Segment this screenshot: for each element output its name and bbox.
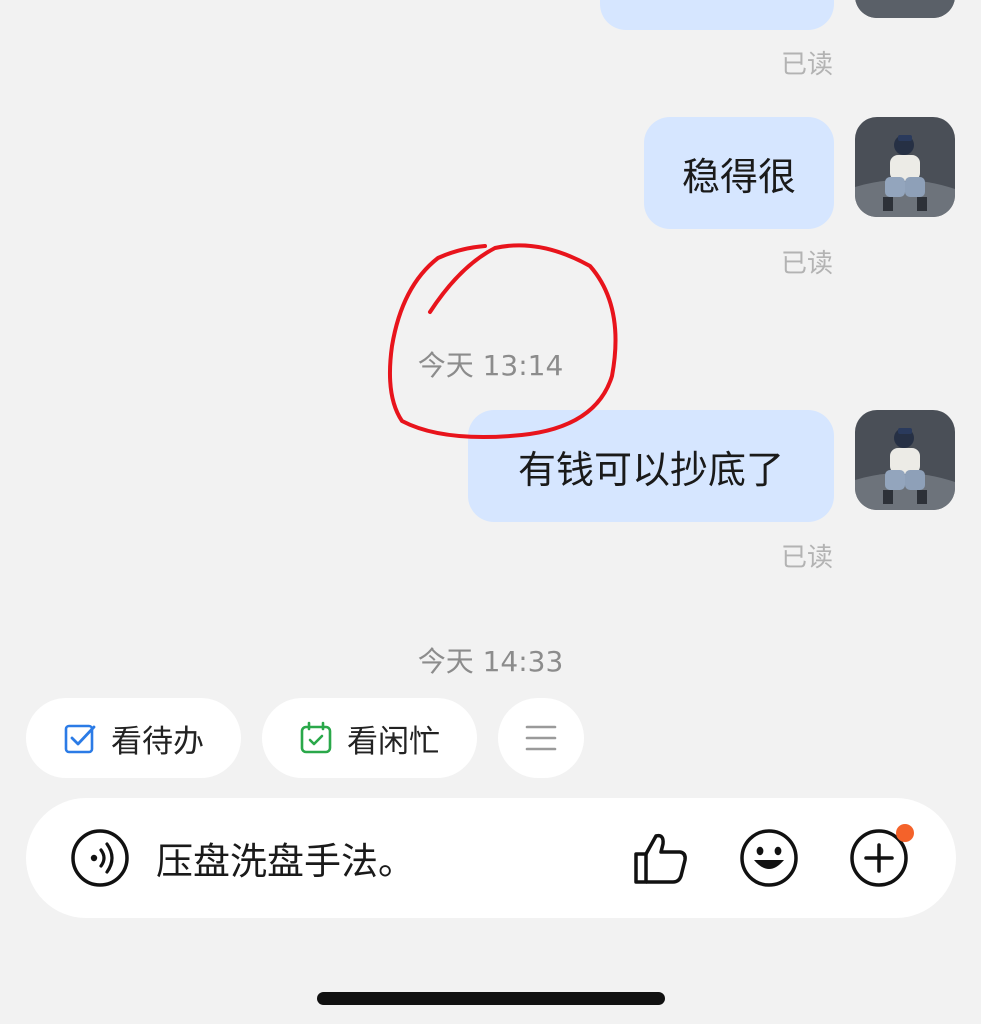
- avatar-photo-icon: [855, 117, 955, 217]
- message-bubble[interactable]: 稳得很: [644, 117, 834, 229]
- voice-icon[interactable]: [70, 828, 130, 888]
- message-input-text: 压盘洗盘手法。: [156, 840, 415, 883]
- message-input[interactable]: 压盘洗盘手法。: [156, 798, 606, 918]
- chip-label: 看闲忙: [347, 723, 440, 760]
- chip-availability[interactable]: 看闲忙: [262, 698, 477, 778]
- avatar-photo-icon: [855, 410, 955, 510]
- message-timestamp: 今天 14:33: [417, 645, 564, 678]
- annotation-circle: [388, 243, 618, 439]
- home-indicator[interactable]: [317, 992, 665, 1005]
- chat-screen: 已读 稳得很 已读 今天 13:14 有钱可以抄底了 已读 今天 14:33 看…: [0, 0, 981, 1024]
- thumbs-up-icon[interactable]: [630, 828, 690, 888]
- avatar-photo-icon: [855, 0, 955, 18]
- composer-bar: 压盘洗盘手法。: [26, 798, 956, 918]
- message-text: 稳得很: [681, 154, 796, 199]
- avatar[interactable]: [855, 0, 955, 18]
- avatar[interactable]: [855, 117, 955, 217]
- read-receipt: 已读: [780, 50, 833, 80]
- menu-icon: [525, 725, 557, 751]
- read-receipt: 已读: [780, 249, 833, 279]
- message-bubble-partial[interactable]: [600, 0, 834, 30]
- read-receipt: 已读: [780, 543, 833, 573]
- chip-todo[interactable]: 看待办: [26, 698, 241, 778]
- chip-more[interactable]: [498, 698, 584, 778]
- avatar[interactable]: [855, 410, 955, 510]
- chip-label: 看待办: [111, 723, 204, 760]
- message-text: 有钱可以抄底了: [517, 447, 784, 492]
- calendar-check-icon: [300, 721, 332, 754]
- checkbox-icon: [64, 724, 96, 754]
- emoji-icon[interactable]: [739, 828, 799, 888]
- notification-dot: [896, 824, 914, 842]
